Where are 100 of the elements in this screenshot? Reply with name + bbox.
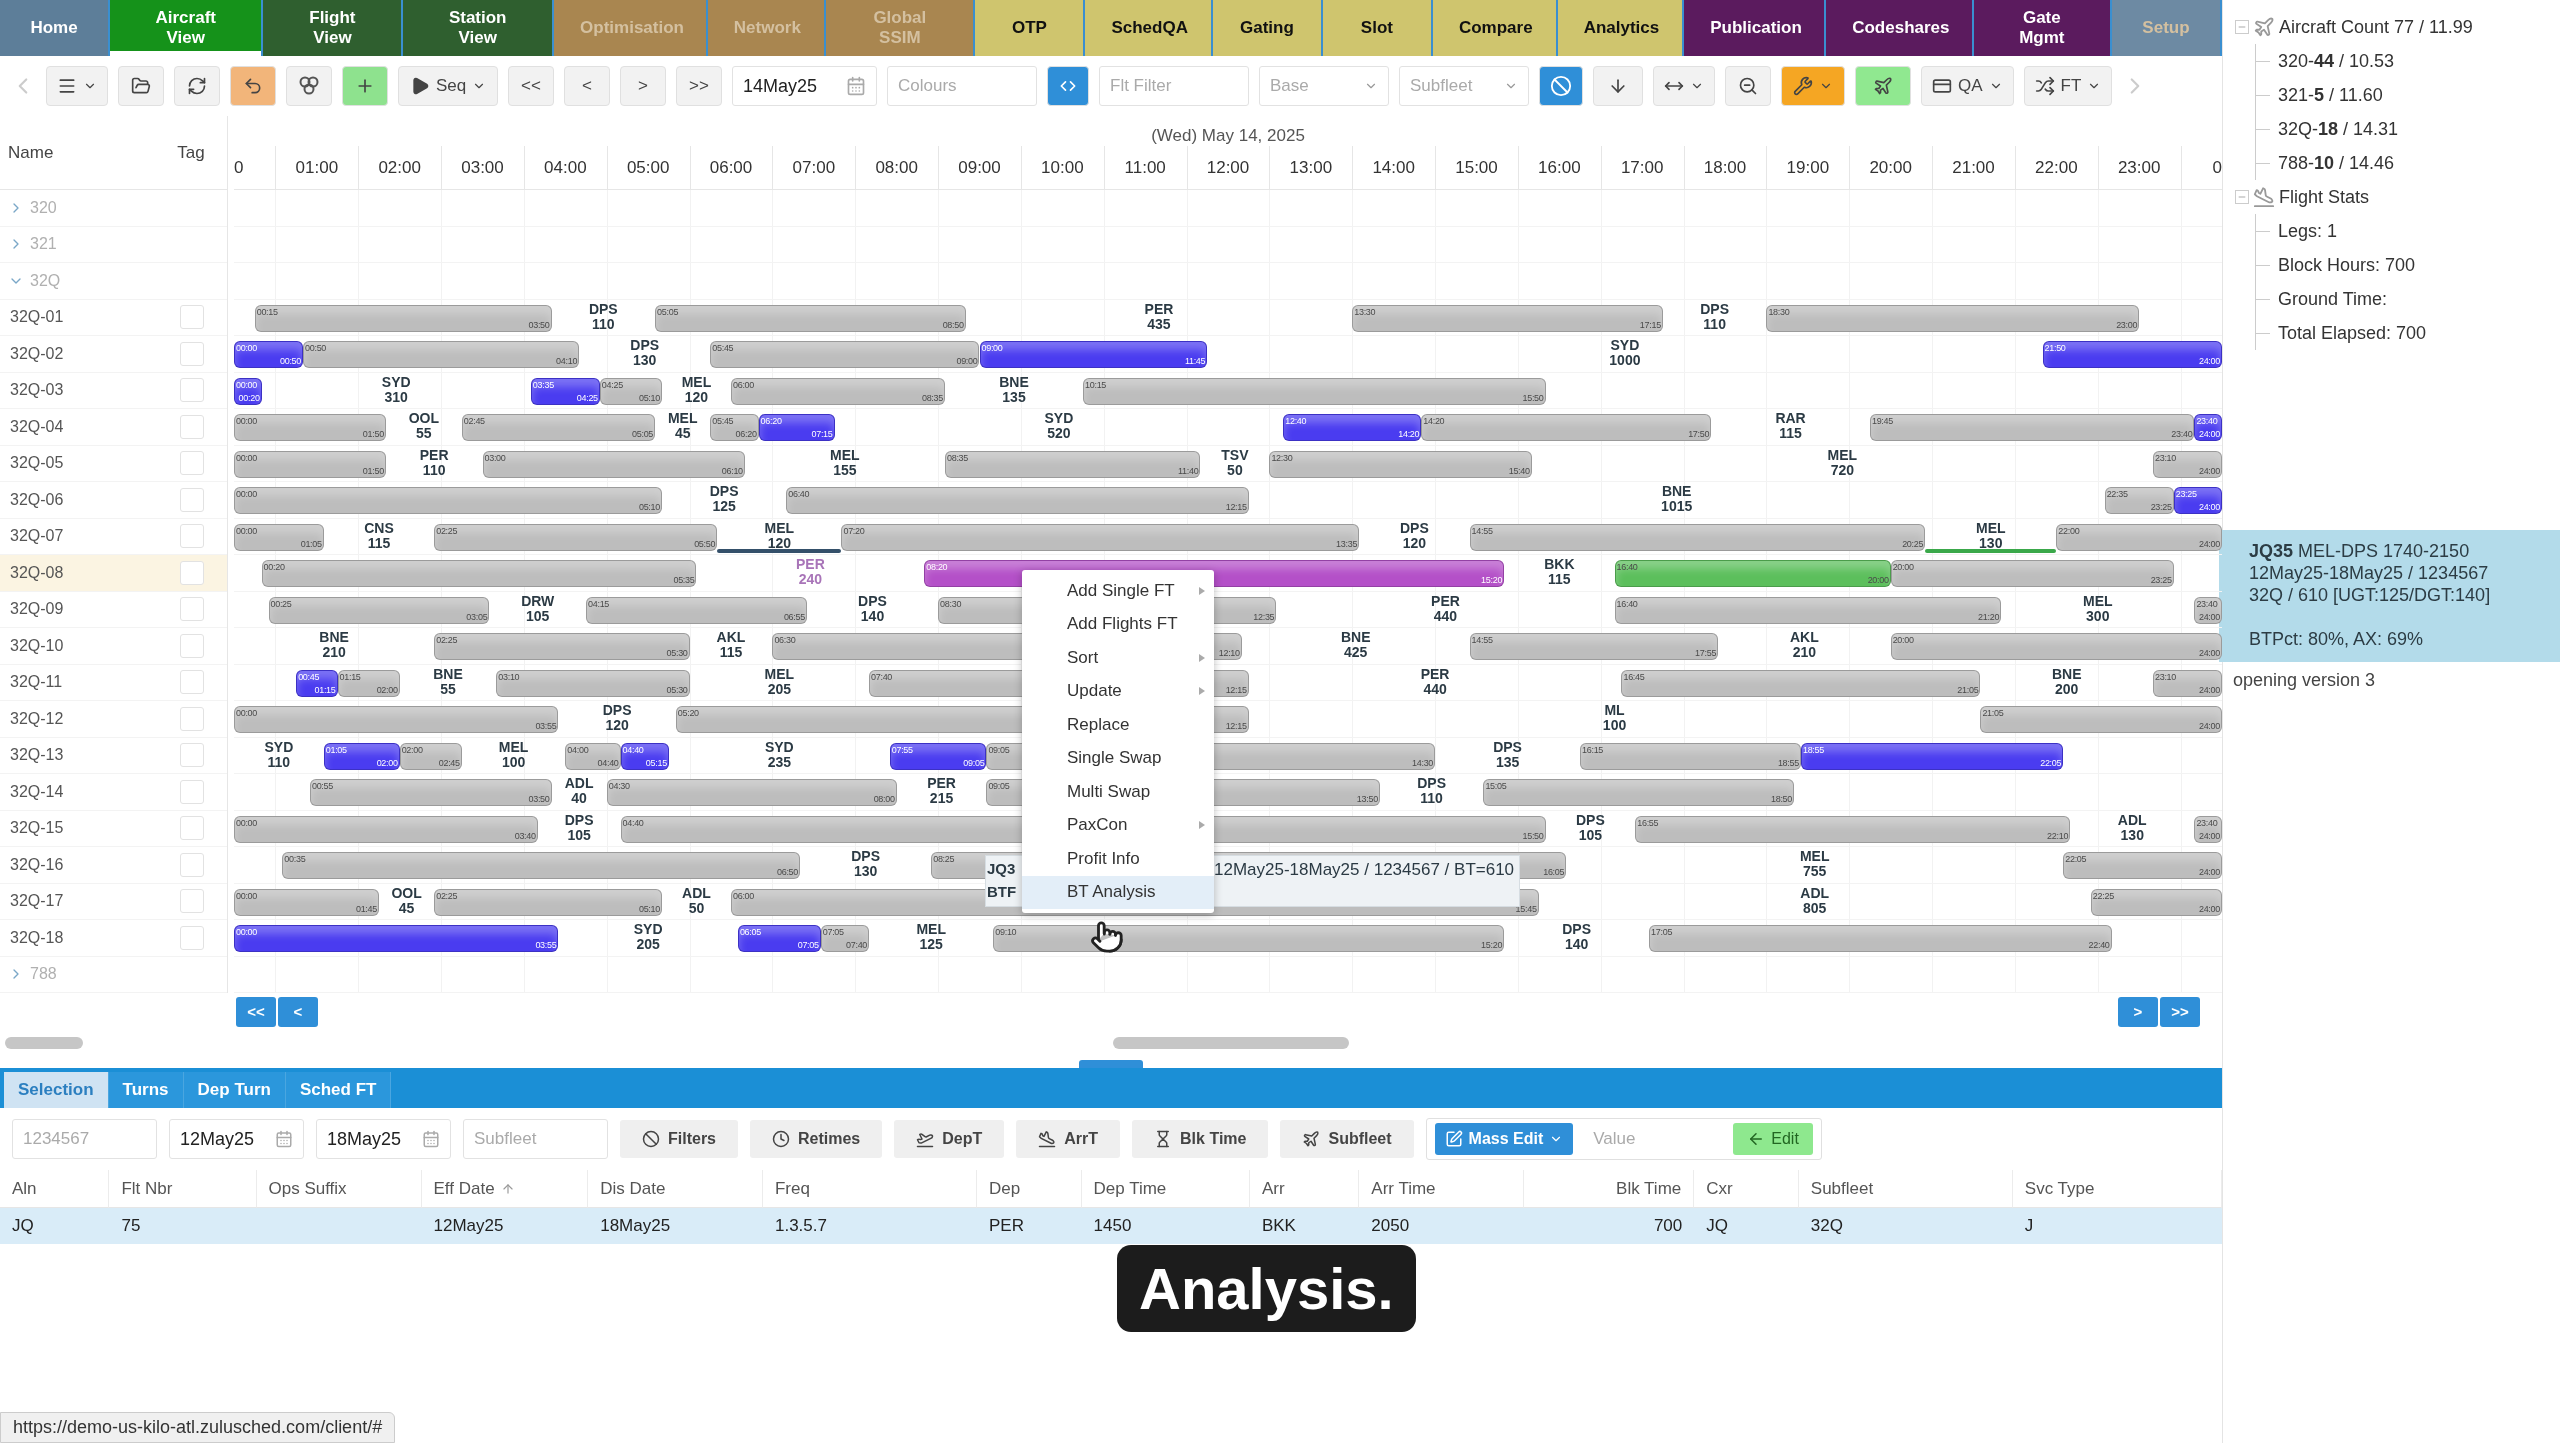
departure-time: 00:45 bbox=[298, 671, 320, 682]
arrival-time: 24:00 bbox=[2198, 721, 2220, 731]
arrival-time: 01:45 bbox=[355, 903, 377, 914]
station-label: MEL bbox=[916, 922, 946, 937]
arrival-time: 05:10 bbox=[638, 903, 660, 914]
arrival-time: 23:00 bbox=[2116, 319, 2138, 330]
table-cell: 75 bbox=[109, 1208, 257, 1244]
arrival-time: 01:50 bbox=[362, 429, 384, 439]
departure-time: 16:45 bbox=[1623, 671, 1645, 682]
arrival-time: 04:25 bbox=[576, 392, 598, 403]
departure-time: 00:55 bbox=[311, 781, 333, 791]
arrival-time: 15:20 bbox=[1481, 575, 1503, 585]
station-label: DPS bbox=[858, 593, 887, 609]
ground-time-label: 110 bbox=[1703, 316, 1726, 332]
station-label: DPS bbox=[588, 301, 618, 317]
arrival-time: 04:40 bbox=[597, 757, 619, 768]
departure-time: 04:15 bbox=[588, 598, 610, 609]
arrival-time: 18:55 bbox=[1777, 757, 1799, 768]
arrival-time: 15:20 bbox=[1481, 940, 1503, 950]
info-line: 12May25-18May25 / 1234567 bbox=[2249, 562, 2490, 584]
station-label: MEL bbox=[830, 447, 860, 463]
station-label: OOL bbox=[408, 411, 439, 426]
aircraft-name: 32Q-14 bbox=[9, 782, 65, 801]
group-name: 32Q bbox=[30, 271, 61, 290]
arrival-time: 02:00 bbox=[376, 684, 398, 695]
arrival-time: 05:05 bbox=[632, 429, 654, 439]
ground-time-label: 55 bbox=[416, 426, 432, 441]
aircraft-name: 32Q-05 bbox=[9, 454, 65, 473]
departure-time: 12:40 bbox=[1285, 416, 1307, 426]
departure-time: 00:00 bbox=[236, 416, 258, 426]
arrival-time: 01:15 bbox=[314, 684, 336, 695]
departure-time: 14:20 bbox=[1423, 416, 1445, 426]
station-label: SYD bbox=[1610, 338, 1640, 353]
hour-label: 12:00 bbox=[1206, 158, 1250, 178]
departure-time: 06:00 bbox=[733, 379, 755, 390]
station-label: BKK bbox=[1544, 557, 1575, 572]
station-label: BNE bbox=[2051, 666, 2082, 682]
arrival-time: 16:05 bbox=[1543, 867, 1565, 877]
ground-time-label: 755 bbox=[1803, 864, 1827, 879]
ground-time-label: 140 bbox=[860, 608, 885, 624]
arrival-time: 24:00 bbox=[2198, 648, 2220, 658]
station-label: ADL bbox=[564, 776, 594, 791]
hour-label: 10:00 bbox=[1041, 158, 1084, 178]
ground-time-label: 210 bbox=[322, 645, 346, 660]
station-label: MEL bbox=[667, 411, 698, 426]
station-label: PER bbox=[419, 447, 449, 463]
departure-time: 20:00 bbox=[1892, 635, 1914, 645]
hour-label: 23:00 bbox=[2117, 158, 2161, 178]
arrival-time: 05:30 bbox=[666, 648, 688, 658]
departure-time: 23:10 bbox=[2154, 671, 2176, 682]
arrival-time: 13:35 bbox=[1336, 538, 1358, 549]
arrival-time: 05:30 bbox=[666, 684, 688, 695]
departure-time: 03:35 bbox=[532, 379, 554, 390]
ground-time-label: 130 bbox=[853, 864, 878, 879]
arrival-time: 21:05 bbox=[1957, 684, 1979, 695]
station-label: RAR bbox=[1775, 411, 1806, 426]
station-label: SYD bbox=[1044, 411, 1074, 426]
aircraft-name: 32Q-11 bbox=[9, 673, 64, 692]
ground-time-label: 720 bbox=[1830, 462, 1854, 478]
arrival-time: 15:50 bbox=[1522, 830, 1544, 841]
aircraft-name: 32Q-01 bbox=[9, 308, 65, 327]
arrival-time: 24:00 bbox=[2198, 356, 2220, 366]
departure-time: 00:00 bbox=[236, 343, 258, 353]
arrival-time: 20:25 bbox=[1902, 538, 1924, 549]
ground-time-label: 520 bbox=[1047, 426, 1071, 441]
ground-time-label: 135 bbox=[1002, 389, 1026, 405]
arrival-time: 03:05 bbox=[466, 611, 488, 622]
station-label: MEL bbox=[764, 666, 795, 682]
arrival-time: 06:50 bbox=[777, 867, 798, 877]
station-label: DPS bbox=[1400, 520, 1429, 536]
departure-time: 06:00 bbox=[733, 890, 755, 901]
departure-time: 00:00 bbox=[236, 489, 258, 499]
departure-time: 04:00 bbox=[567, 744, 589, 755]
ground-time-label: 125 bbox=[712, 499, 736, 514]
departure-time: 23:40 bbox=[2196, 598, 2218, 609]
tooltip-text: 12May25-18May25 / 1234567 / BT=610 bbox=[1214, 860, 1515, 880]
arrival-time: 24:00 bbox=[2198, 429, 2220, 439]
station-label: PER bbox=[796, 557, 825, 572]
departure-time: 00:00 bbox=[236, 927, 258, 937]
departure-time: 06:40 bbox=[788, 489, 810, 499]
departure-time: 16:40 bbox=[1616, 598, 1638, 609]
station-label: MEL bbox=[1827, 447, 1858, 463]
arrival-time: 17:15 bbox=[1639, 319, 1661, 330]
station-label: MEL bbox=[681, 374, 712, 390]
station-label: CNS bbox=[364, 520, 394, 536]
arrival-time: 08:35 bbox=[921, 392, 943, 403]
station-label: PER bbox=[1431, 593, 1460, 609]
station-label: MEL bbox=[498, 739, 529, 755]
group-name: 321 bbox=[30, 235, 57, 254]
departure-time: 03:10 bbox=[498, 671, 520, 682]
arrival-time: 11:45 bbox=[1184, 356, 1206, 366]
departure-time: 20:00 bbox=[1892, 562, 1914, 572]
departure-time: 05:45 bbox=[712, 416, 734, 426]
arrival-time: 03:55 bbox=[535, 721, 557, 731]
ground-time-label: 40 bbox=[571, 791, 587, 806]
hour-label: 20:00 bbox=[1869, 158, 1912, 178]
arrival-time: 24:00 bbox=[2198, 502, 2220, 512]
departure-time: 08:25 bbox=[933, 854, 955, 864]
arrival-time: 23:40 bbox=[2171, 429, 2193, 439]
aircraft-name: 32Q-03 bbox=[9, 381, 65, 400]
